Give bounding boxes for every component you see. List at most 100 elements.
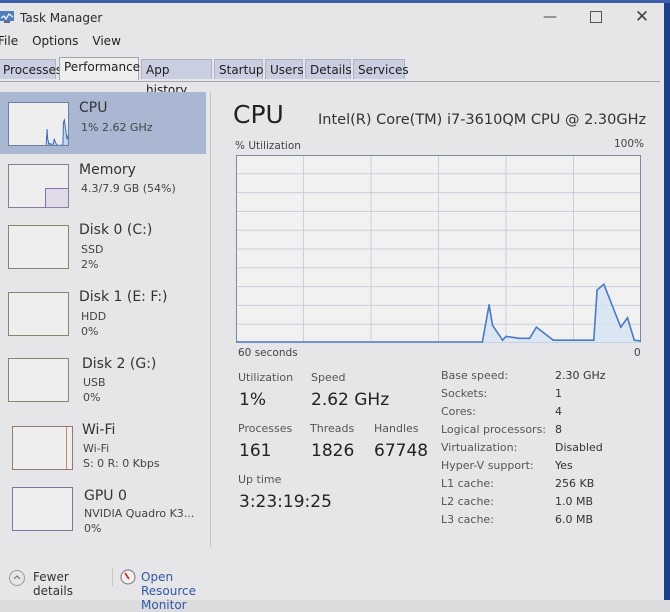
spec-key: L2 cache:: [441, 495, 494, 508]
cpu-data-point: [528, 337, 531, 340]
sidebar-item-disk-0[interactable]: Disk 0 (C:) SSD 2%: [0, 216, 206, 278]
menu-view[interactable]: View: [92, 34, 120, 54]
cpu-data-point: [592, 339, 595, 341]
graph-min-label: 0: [634, 347, 641, 359]
cpu-data-point: [633, 339, 636, 341]
close-button[interactable]: ✕: [620, 4, 664, 30]
spec-key: Virtualization:: [441, 441, 518, 454]
disk-2-name: Disk 2 (G:): [82, 356, 157, 372]
sidebar-divider: [210, 92, 211, 547]
sidebar-item-disk-1[interactable]: Disk 1 (E: F:) HDD 0%: [0, 284, 206, 346]
tab-performance[interactable]: Performance: [59, 57, 140, 80]
cpu-utilization-graph: [236, 155, 641, 343]
disk-1-type: HDD: [81, 310, 107, 323]
open-resource-monitor-link[interactable]: Open Resource Monitor: [141, 570, 196, 612]
memory-summary: 4.3/7.9 GB (54%): [81, 182, 176, 195]
spec-value: 4: [555, 405, 562, 418]
desktop-background: [664, 0, 670, 600]
spec-value: 256 KB: [555, 477, 595, 490]
memory-thumbnail: [8, 164, 69, 208]
gpu-0-model: NVIDIA Quadro K3...: [84, 507, 195, 520]
memory-usage-fill: [44, 187, 68, 207]
spec-value: 8: [555, 423, 562, 436]
threads-label: Threads: [310, 422, 355, 435]
spec-key: Sockets:: [441, 387, 488, 400]
cpu-data-point: [603, 283, 605, 286]
graph-y-label: % Utilization: [235, 140, 301, 152]
handles-label: Handles: [374, 422, 419, 435]
resource-monitor-icon: [120, 569, 136, 585]
uptime-value: 3:23:19:25: [239, 492, 332, 512]
processes-value: 161: [239, 441, 272, 461]
task-manager-icon: [0, 11, 14, 23]
close-icon: ✕: [634, 7, 650, 27]
sidebar-item-memory[interactable]: Memory 4.3/7.9 GB (54%): [0, 156, 206, 218]
footer-divider: [112, 568, 113, 586]
spec-value: 1.0 MB: [555, 495, 594, 508]
spec-value: 2.30 GHz: [555, 369, 606, 382]
menu-bar: File Options View: [0, 34, 135, 54]
cpu-data-point: [488, 304, 490, 306]
gpu-0-name: GPU 0: [84, 488, 127, 504]
speed-value: 2.62 GHz: [311, 390, 390, 410]
cpu-summary: 1% 2.62 GHz: [81, 121, 153, 134]
utilization-label: Utilization: [238, 371, 294, 384]
disk-0-name: Disk 0 (C:): [79, 222, 153, 238]
wifi-throughput: S: 0 R: 0 Kbps: [83, 457, 160, 470]
disk-2-type: USB: [83, 376, 106, 389]
spec-value: 6.0 MB: [555, 513, 594, 526]
disk-0-thumbnail: [8, 225, 69, 269]
menu-options[interactable]: Options: [32, 34, 78, 54]
disk-0-usage: 2%: [81, 258, 99, 271]
gpu-0-thumbnail: [12, 487, 73, 531]
gpu-0-usage: 0%: [84, 522, 102, 535]
disk-1-usage: 0%: [81, 325, 99, 338]
tab-details[interactable]: Details: [305, 59, 352, 79]
title-bar: Task Manager — ✕: [0, 4, 664, 32]
maximize-icon: [590, 11, 602, 23]
tab-app-history[interactable]: App history: [141, 59, 212, 97]
sidebar-item-cpu[interactable]: CPU 1% 2.62 GHz: [0, 92, 206, 154]
sidebar-item-gpu-0[interactable]: GPU 0 NVIDIA Quadro K3... 0%: [0, 484, 206, 546]
chevron-up-icon[interactable]: [9, 570, 25, 586]
fewer-details-button[interactable]: Fewer details: [33, 570, 73, 598]
cpu-data-point: [505, 335, 507, 338]
wifi-thumbnail: [12, 426, 73, 470]
speed-label: Speed: [311, 371, 346, 384]
spec-value: Disabled: [555, 441, 603, 454]
spec-value: Yes: [555, 459, 573, 472]
cpu-thumbnail: [8, 102, 69, 146]
spec-key: Base speed:: [441, 369, 509, 382]
tab-users[interactable]: Users: [265, 59, 304, 79]
disk-1-thumbnail: [8, 292, 69, 336]
window-top-border: [0, 0, 670, 3]
disk-2-usage: 0%: [83, 391, 101, 404]
disk-2-thumbnail: [8, 358, 69, 402]
minimize-icon: —: [543, 9, 557, 25]
maximize-button[interactable]: [574, 4, 618, 30]
spec-key: L1 cache:: [441, 477, 494, 490]
cpu-data-point: [596, 289, 598, 291]
processes-label: Processes: [238, 422, 293, 435]
sidebar-item-disk-2[interactable]: Disk 2 (G:) USB 0%: [0, 352, 206, 414]
menu-file[interactable]: File: [0, 34, 18, 54]
tab-bar: Processes Performance App history Startu…: [0, 57, 660, 97]
minimize-button[interactable]: —: [528, 4, 572, 30]
handles-value: 67748: [374, 441, 429, 461]
resource-sidebar: CPU 1% 2.62 GHz Memory 4.3/7.9 GB (54%) …: [0, 92, 208, 552]
cpu-data-point: [491, 324, 494, 327]
wifi-activity-line: [66, 427, 67, 469]
spec-key: Cores:: [441, 405, 476, 418]
disk-1-name: Disk 1 (E: F:): [79, 289, 168, 305]
cpu-data-point: [518, 337, 521, 340]
graph-max-label: 100%: [614, 138, 645, 150]
sidebar-item-wifi[interactable]: Wi-Fi Wi-Fi S: 0 R: 0 Kbps: [0, 418, 206, 480]
cpu-data-point: [626, 317, 629, 319]
cpu-data-point: [552, 339, 555, 341]
task-manager-window: Task Manager — ✕ File Options View Proce…: [0, 0, 664, 612]
spec-key: Hyper-V support:: [441, 459, 534, 472]
tab-startup[interactable]: Startup: [214, 59, 264, 79]
tab-processes[interactable]: Processes: [0, 59, 62, 79]
tab-services[interactable]: Services: [353, 59, 409, 79]
cpu-data-point: [481, 341, 484, 343]
